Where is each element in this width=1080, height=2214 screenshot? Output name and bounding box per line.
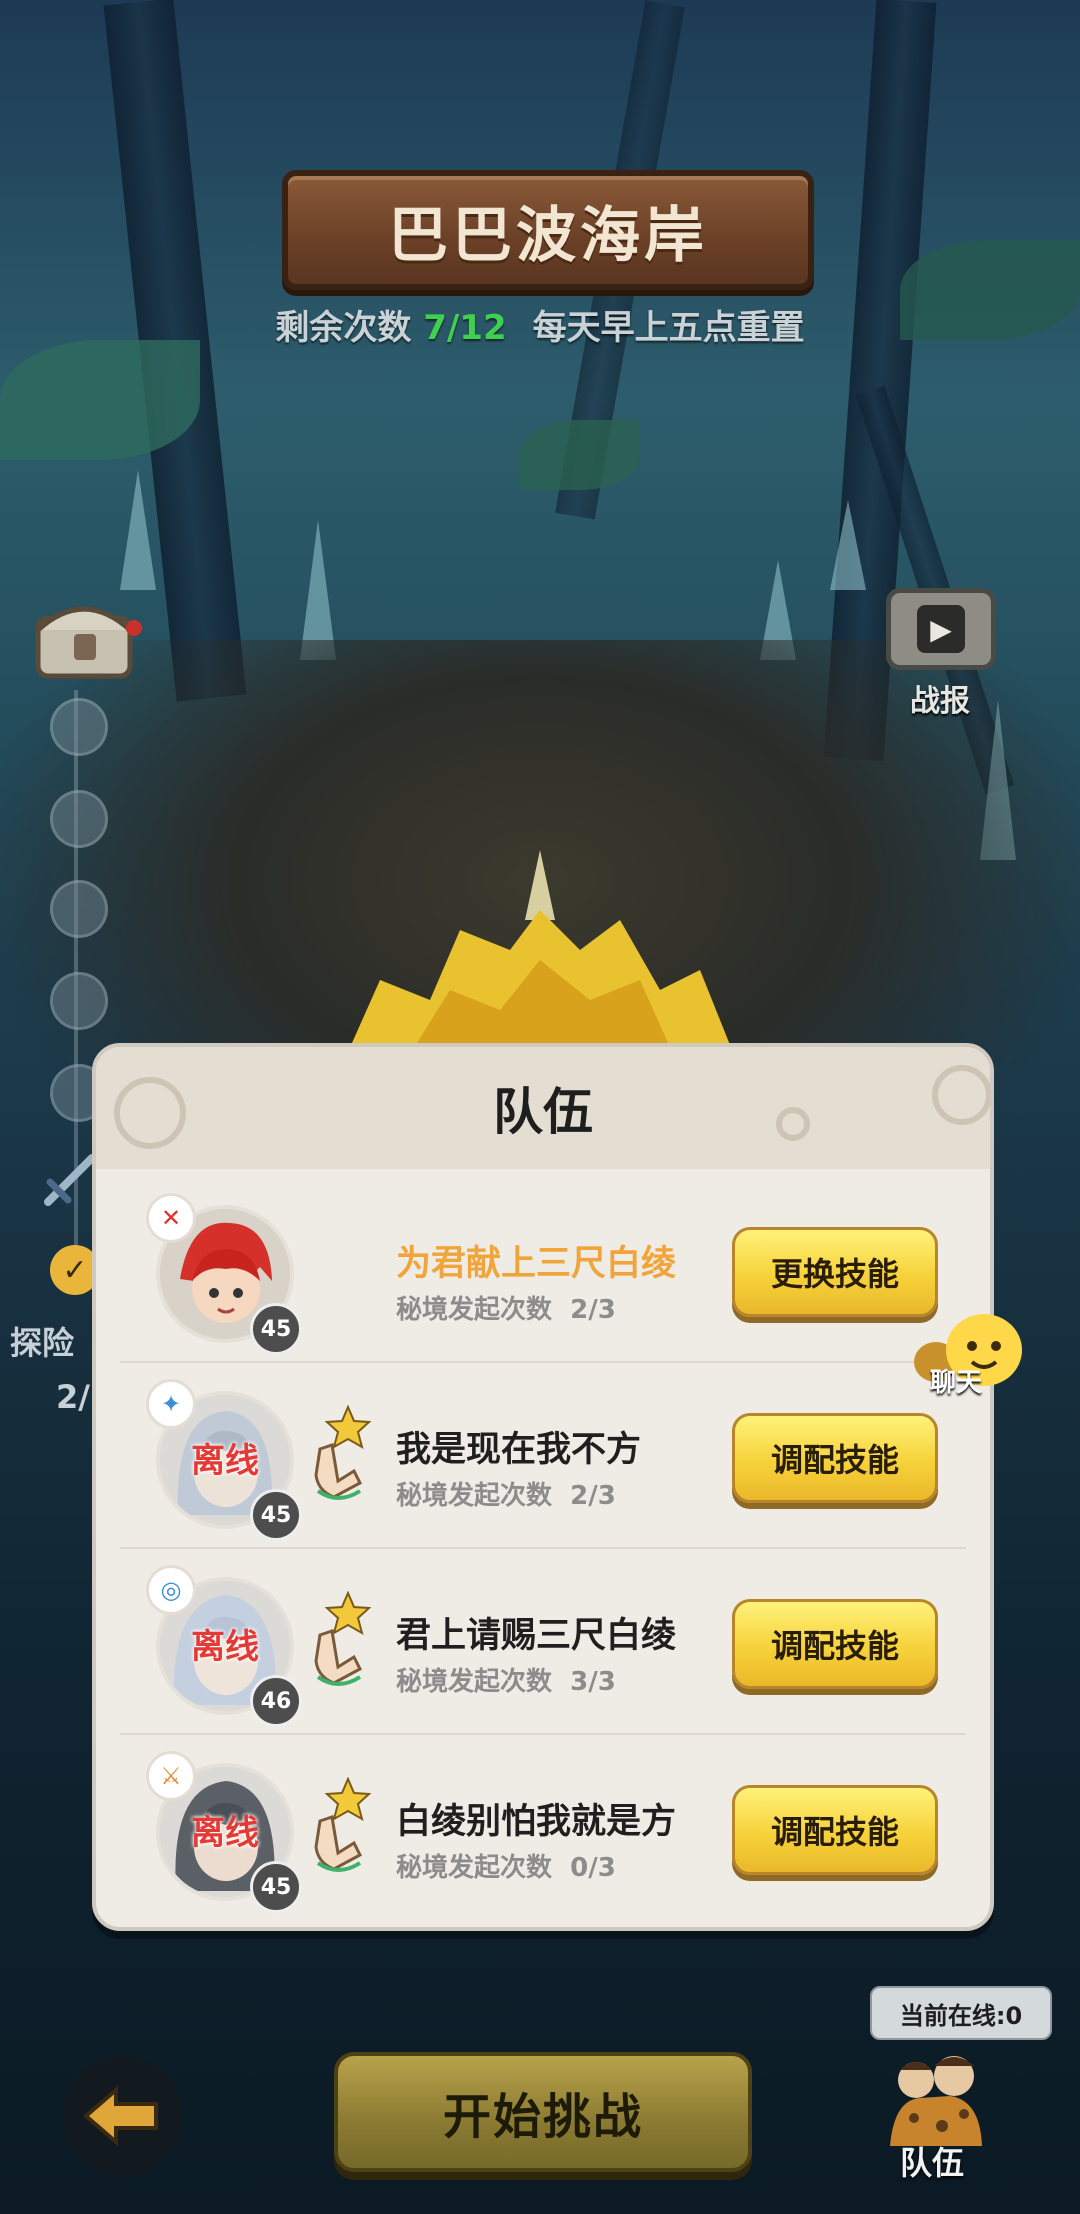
back-arrow-icon <box>82 2086 158 2146</box>
member-count: 秘境发起次数 3/3 <box>396 1667 616 1697</box>
team-panel-title: 队伍 <box>493 1083 593 1141</box>
swirl-decoration <box>932 1065 990 1125</box>
assign-skill-button[interactable]: 调配技能 <box>732 1785 938 1875</box>
assign-skill-button[interactable]: 调配技能 <box>732 1413 938 1503</box>
team-member-row: ✕ 45 为君献上三尺白绫 秘境发起次数 2/3 更换技能 <box>96 1177 990 1363</box>
reset-note: 每天早上五点重置 <box>532 308 805 348</box>
offline-status: 离线 <box>191 1813 259 1853</box>
team-panel-header: 队伍 <box>96 1047 990 1169</box>
level-badge: 46 <box>250 1675 302 1727</box>
team-member-row: ✦ 离线 45 我是现在我不方 秘境发起次数 2/3 调配技能 <box>96 1363 990 1549</box>
battle-report-label: 战报 <box>910 684 970 719</box>
member-name: 白绫别怕我就是方 <box>396 1802 677 1842</box>
member-name: 君上请赐三尺白绫 <box>396 1616 677 1656</box>
chest-icon[interactable] <box>30 588 142 684</box>
level-badge: 45 <box>250 1303 302 1355</box>
progress-node <box>50 790 108 848</box>
stage-title-sign: 巴巴波海岸 <box>282 170 814 290</box>
start-challenge-button[interactable]: 开始挑战 <box>334 2052 752 2172</box>
member-count: 秘境发起次数 0/3 <box>396 1853 616 1883</box>
swirl-decoration <box>776 1107 810 1141</box>
member-name: 为君献上三尺白绫 <box>396 1244 677 1284</box>
progress-node <box>50 880 108 938</box>
leaf <box>520 420 640 490</box>
member-count: 秘境发起次数 2/3 <box>396 1295 616 1325</box>
chat-label: 聊天 <box>930 1368 983 1398</box>
role-icon: ⚔ <box>146 1751 196 1801</box>
leaf <box>0 340 200 460</box>
team-label: 队伍 <box>900 2144 965 2182</box>
offline-status: 离线 <box>191 1441 259 1481</box>
battle-report-button[interactable]: ▶ 战报 <box>886 588 996 720</box>
role-icon: ✦ <box>146 1379 196 1429</box>
assign-skill-button[interactable]: 调配技能 <box>732 1599 938 1689</box>
chat-button[interactable]: 聊天 <box>910 1310 1030 1398</box>
member-count: 秘境发起次数 2/3 <box>396 1481 616 1511</box>
offline-status: 离线 <box>191 1627 259 1667</box>
explore-progress: 2/ <box>56 1378 90 1416</box>
hand-star-icon <box>314 1777 372 1872</box>
team-member-row: ◎ 离线 46 君上请赐三尺白绫 秘境发起次数 3/3 调配技能 <box>96 1549 990 1735</box>
team-panel: 队伍 ✕ 45 为君献上三尺白绫 秘境发起次数 2/3 更换技能 ✦ 离线 45… <box>92 1043 994 1931</box>
remaining-attempts: 剩余次数 7/12 每天早上五点重置 <box>275 308 805 348</box>
explore-label: 探险 <box>10 1324 75 1362</box>
monster <box>340 850 740 1070</box>
swirl-decoration <box>114 1077 186 1149</box>
back-button[interactable] <box>62 2056 182 2176</box>
video-icon: ▶ <box>886 588 996 670</box>
crystal <box>830 500 866 590</box>
remaining-count: 7/12 <box>423 308 507 348</box>
member-name: 我是现在我不方 <box>396 1430 642 1470</box>
progress-node <box>50 972 108 1030</box>
level-badge: 45 <box>250 1489 302 1541</box>
progress-node <box>50 698 108 756</box>
hand-star-icon <box>314 1405 372 1500</box>
role-icon: ✕ <box>146 1193 196 1243</box>
role-icon: ◎ <box>146 1565 196 1615</box>
crystal <box>300 520 336 660</box>
online-status: 当前在线:0 <box>870 1986 1052 2040</box>
team-button[interactable]: 队伍 <box>880 2046 990 2182</box>
stage-title: 巴巴波海岸 <box>388 200 708 271</box>
team-member-row: ⚔ 离线 45 白绫别怕我就是方 秘境发起次数 0/3 调配技能 <box>96 1735 990 1921</box>
crystal <box>120 470 156 590</box>
hand-star-icon <box>314 1591 372 1686</box>
level-badge: 45 <box>250 1861 302 1913</box>
change-skill-button[interactable]: 更换技能 <box>732 1227 938 1317</box>
